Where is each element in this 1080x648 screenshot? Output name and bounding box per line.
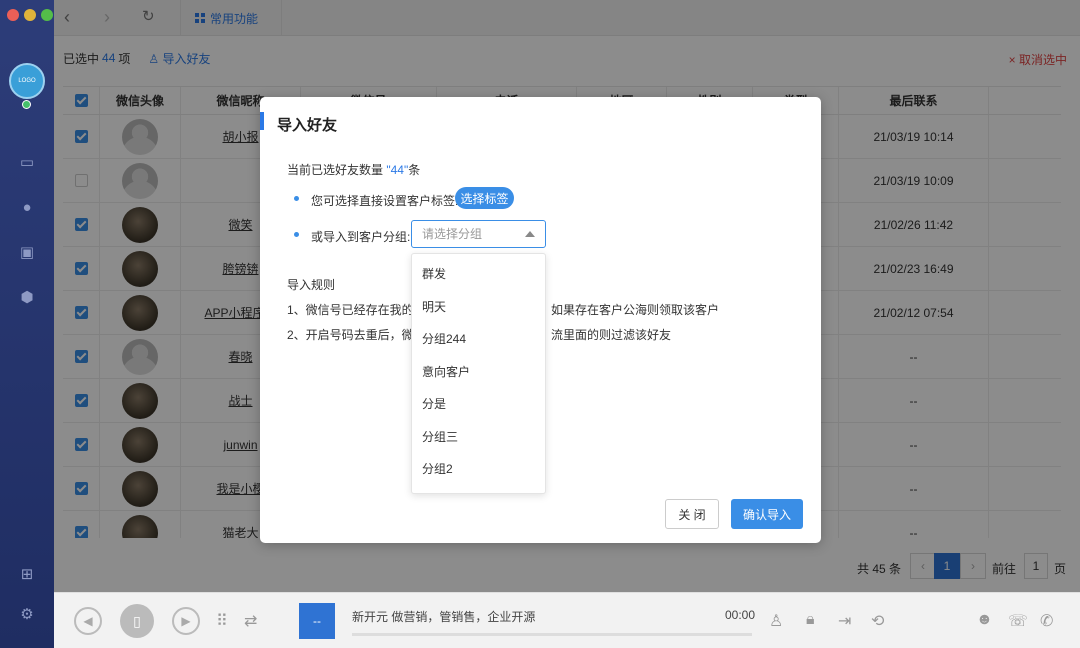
sync-icon[interactable]: ⟲ [871, 611, 884, 631]
minimize-window-button[interactable] [24, 9, 36, 21]
group-select[interactable]: 请选择分组 [411, 220, 546, 248]
settings-gear-icon[interactable]: ⚙ [18, 606, 36, 624]
caret-up-icon [525, 231, 535, 237]
import-friends-dialog: 导入好友 当前已选好友数量 "44"条 您可选择直接设置客户标签: 选择标签 或… [260, 97, 821, 543]
phone-list-icon[interactable]: ☏ [1008, 611, 1028, 631]
play-progress[interactable] [352, 633, 752, 636]
apps-grid-icon[interactable]: ⊞ [18, 566, 36, 584]
user-transfer-icon[interactable]: ♙ [769, 611, 783, 631]
selected-friends-count: 当前已选好友数量 "44"条 [287, 161, 420, 178]
phone-icon[interactable]: ▯ [120, 604, 154, 638]
player-button[interactable]: -- [299, 603, 335, 639]
count-suffix: 条 [408, 163, 421, 177]
group-option[interactable]: 分是 [412, 388, 545, 421]
dashboard-icon[interactable]: ▭ [18, 154, 36, 172]
account-avatar[interactable]: LOGO [9, 63, 45, 99]
logo-text: LOGO [18, 78, 36, 84]
title-accent-bar [260, 112, 264, 130]
bot-icon[interactable]: ☻ [976, 611, 993, 629]
online-status-dot [22, 100, 31, 109]
play-time: 00:00 [725, 608, 756, 622]
group-option[interactable]: 分组244 [412, 323, 545, 356]
song-title: 新开元 做营销，管销售，企业开源 [352, 610, 536, 624]
group-label: 或导入到客户分组: [311, 230, 411, 244]
switch-icon[interactable]: ⇄ [244, 611, 257, 631]
group-option[interactable]: 明天 [412, 291, 545, 324]
count-value: "44" [386, 163, 409, 177]
confirm-import-button[interactable]: 确认导入 [731, 499, 803, 529]
group-option[interactable]: 意向客户 [412, 356, 545, 389]
bullet-dot [294, 196, 299, 201]
group-option[interactable]: 分组2 [412, 453, 545, 486]
maximize-window-button[interactable] [41, 9, 53, 21]
close-button[interactable]: 关 闭 [665, 499, 719, 529]
next-icon[interactable]: ▶ [172, 607, 200, 635]
rules-title: 导入规则 [287, 278, 336, 292]
call-count-icon[interactable]: ✆ [1040, 611, 1053, 631]
group-option[interactable]: 分组三 [412, 421, 545, 454]
table-scrollbar[interactable] [1071, 118, 1077, 204]
dialpad-icon[interactable]: ⠿ [216, 611, 228, 631]
rule-2: 2、开启号码去重后，微信 [287, 328, 426, 342]
bottom-call-bar: ◀ ▯ ▶ ⠿ ⇄ -- 新开元 做营销，管销售，企业开源 00:00 ♙ 🔒︎… [54, 592, 1080, 648]
lock-icon[interactable]: 🔒︎ [806, 611, 815, 629]
count-prefix: 当前已选好友数量 [287, 163, 387, 177]
bullet-dot [294, 232, 299, 237]
marketing-icon[interactable]: ⬢ [18, 289, 36, 307]
group-dropdown: 群发 明天 分组244 意向客户 分是 分组三 分组2 [411, 253, 546, 494]
group-option[interactable]: 群发 [412, 258, 545, 291]
rule-1-tail: 如果存在客户公海则领取该客户 [551, 303, 720, 317]
group-select-placeholder: 请选择分组 [422, 227, 483, 241]
rule-2-tail: 流里面的则过滤该好友 [551, 328, 672, 342]
tag-label: 您可选择直接设置客户标签: [311, 194, 459, 208]
export-icon[interactable]: ⇥ [838, 611, 851, 631]
sidebar: LOGO ▭ ● ▣ ⬢ ⊞ ⚙ [0, 0, 54, 648]
previous-icon[interactable]: ◀ [74, 607, 102, 635]
wallet-icon[interactable]: ▣ [18, 244, 36, 262]
close-window-button[interactable] [7, 9, 19, 21]
rule-1: 1、微信号已经存在我的客 [287, 303, 426, 317]
contacts-icon[interactable]: ● [18, 199, 36, 217]
select-tag-button[interactable]: 选择标签 [455, 187, 514, 209]
player-button-label: -- [313, 614, 321, 628]
dialog-title: 导入好友 [277, 117, 338, 134]
